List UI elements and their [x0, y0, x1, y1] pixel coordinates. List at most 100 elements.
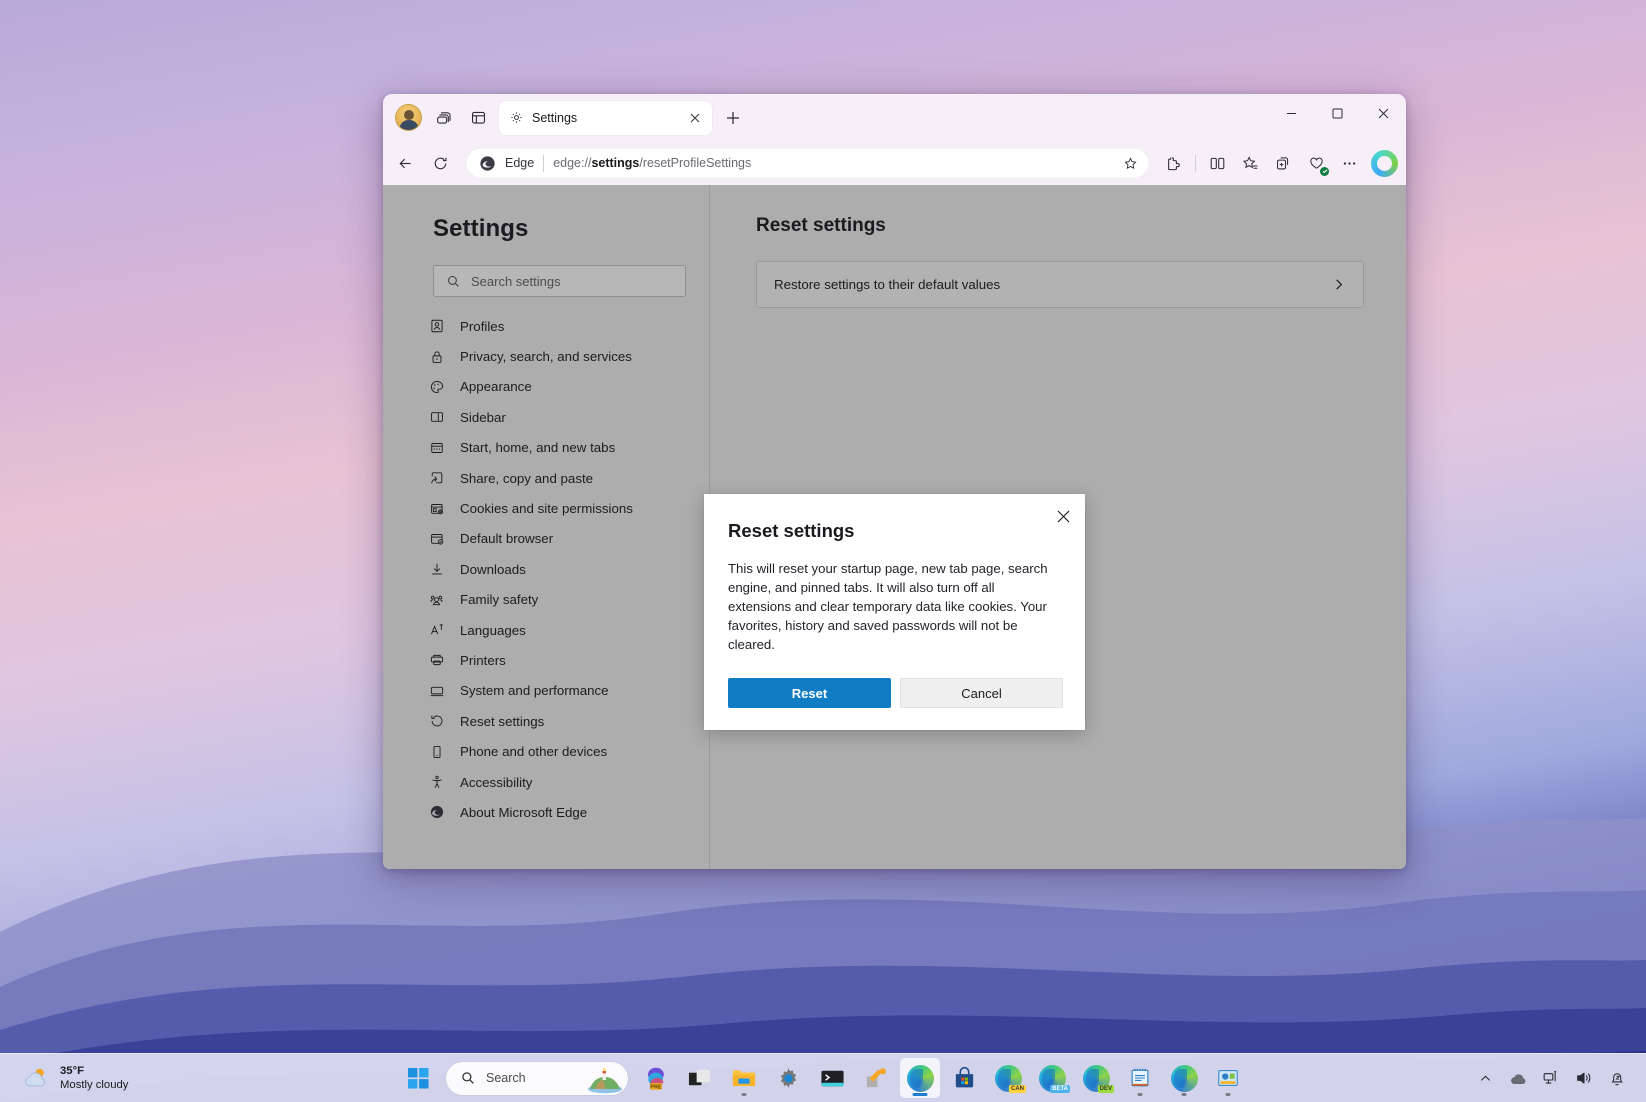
close-window-button[interactable] — [1360, 96, 1406, 130]
sidebar-item-phone-devices[interactable]: Phone and other devices — [383, 736, 709, 766]
taskbar-app-microsoft-store[interactable] — [944, 1058, 984, 1098]
collections-icon[interactable] — [1268, 148, 1299, 179]
sidebar-item-label: About Microsoft Edge — [460, 804, 588, 820]
reload-button[interactable] — [424, 147, 457, 180]
workspaces-icon[interactable] — [427, 101, 461, 135]
taskbar-search[interactable]: Search — [446, 1061, 628, 1095]
sidebar-item-privacy[interactable]: Privacy, search, and services — [383, 341, 709, 371]
start-button[interactable] — [398, 1058, 438, 1098]
sidebar-item-label: Languages — [460, 622, 526, 638]
sidebar-item-appearance[interactable]: Appearance — [383, 372, 709, 402]
gear-icon — [509, 110, 524, 125]
taskbar-app-media[interactable] — [1208, 1058, 1248, 1098]
toolbar-separator — [1195, 154, 1196, 172]
search-settings-box[interactable] — [433, 265, 686, 297]
taskbar-app-terminal[interactable] — [812, 1058, 852, 1098]
favorites-star-icon[interactable] — [1117, 150, 1143, 176]
split-screen-icon[interactable] — [1202, 148, 1233, 179]
minimize-button[interactable] — [1268, 96, 1314, 130]
running-indicator — [1181, 1093, 1187, 1096]
taskbar-app-settings[interactable] — [768, 1058, 808, 1098]
taskbar-app-notepad[interactable] — [1120, 1058, 1160, 1098]
settings-nav-list: Profiles Privacy, search, and services A… — [383, 311, 709, 828]
sidebar-item-label: Phone and other devices — [460, 744, 608, 760]
sidebar-item-sidebar[interactable]: Sidebar — [383, 402, 709, 432]
restore-defaults-row[interactable]: Restore settings to their default values — [756, 261, 1364, 308]
taskbar-app-microsoft-edge[interactable] — [900, 1058, 940, 1098]
sidebar-item-label: Reset settings — [460, 713, 545, 729]
sidebar-item-label: Printers — [460, 652, 506, 668]
network-icon[interactable] — [1536, 1062, 1566, 1094]
reset-button[interactable]: Reset — [728, 678, 891, 708]
copilot-icon[interactable] — [1371, 149, 1398, 177]
close-icon[interactable] — [1050, 503, 1077, 530]
sidebar-item-share-copy-paste[interactable]: Share, copy and paste — [383, 463, 709, 493]
sidebar-item-about-edge[interactable]: About Microsoft Edge — [383, 797, 709, 827]
search-icon — [460, 1070, 476, 1086]
weather-widget[interactable]: 35°F Mostly cloudy — [0, 1058, 128, 1098]
sidebar-item-system-performance[interactable]: System and performance — [383, 676, 709, 706]
new-tab-button[interactable] — [718, 103, 748, 133]
show-hidden-icons-chevron[interactable] — [1470, 1062, 1500, 1094]
taskbar-app-tools[interactable] — [856, 1058, 896, 1098]
sidebar-item-printers[interactable]: Printers — [383, 645, 709, 675]
partly-cloudy-icon — [22, 1065, 50, 1091]
sidebar-item-cookies[interactable]: Cookies and site permissions — [383, 493, 709, 523]
download-icon — [428, 560, 446, 578]
back-button[interactable] — [389, 147, 422, 180]
extensions-icon[interactable] — [1158, 148, 1189, 179]
taskbar-app-edge-profile[interactable] — [1164, 1058, 1204, 1098]
sidebar-item-default-browser[interactable]: Default browser — [383, 524, 709, 554]
system-icon — [428, 682, 446, 700]
onedrive-icon[interactable] — [1503, 1062, 1533, 1094]
browser-tab[interactable]: Settings — [499, 100, 712, 135]
search-icon — [446, 274, 461, 289]
volume-icon[interactable] — [1569, 1062, 1599, 1094]
sidebar-item-profiles[interactable]: Profiles — [383, 311, 709, 341]
edge-browser-window: Settings Edge edge://settings/resetProfi… — [383, 94, 1406, 869]
dialog-title: Reset settings — [728, 520, 855, 541]
sidebar-item-label: Sidebar — [460, 409, 506, 425]
favorites-icon[interactable] — [1235, 148, 1266, 179]
browser-essentials-icon[interactable] — [1301, 148, 1332, 179]
sidebar-item-start-home[interactable]: Start, home, and new tabs — [383, 433, 709, 463]
taskbar-app-file-explorer-dark[interactable] — [680, 1058, 720, 1098]
default-browser-icon — [428, 530, 446, 548]
profile-avatar[interactable] — [395, 104, 422, 131]
sidebar-item-label: Appearance — [460, 379, 532, 395]
sidebar-item-label: Downloads — [460, 561, 526, 577]
dev-badge: DEV — [1097, 1085, 1114, 1093]
sidebar-item-family-safety[interactable]: Family safety — [383, 585, 709, 615]
sidebar-item-reset-settings[interactable]: Reset settings — [383, 706, 709, 736]
close-icon[interactable] — [685, 108, 705, 128]
tab-actions-icon[interactable] — [461, 101, 495, 135]
taskbar-app-file-explorer[interactable] — [724, 1058, 764, 1098]
sidebar-item-languages[interactable]: Languages — [383, 615, 709, 645]
sidebar-icon — [428, 408, 446, 426]
health-check-badge — [1320, 166, 1329, 176]
reset-settings-dialog: Reset settings This will reset your star… — [704, 494, 1085, 730]
settings-and-more-icon[interactable] — [1334, 148, 1365, 179]
cancel-button[interactable]: Cancel — [900, 678, 1063, 708]
home-icon — [428, 439, 446, 457]
notifications-dnd-icon[interactable] — [1602, 1062, 1632, 1094]
reset-icon — [428, 712, 446, 730]
taskbar-app-edge-canary[interactable]: CAN — [988, 1058, 1028, 1098]
address-bar[interactable]: Edge edge://settings/resetProfileSetting… — [466, 148, 1149, 178]
settings-page: Settings Profiles Priva — [383, 185, 1406, 869]
languages-icon — [428, 621, 446, 639]
sidebar-item-downloads[interactable]: Downloads — [383, 554, 709, 584]
search-input[interactable] — [471, 273, 673, 289]
dialog-body-text: This will reset your startup page, new t… — [728, 561, 1048, 652]
restore-defaults-label: Restore settings to their default values — [774, 277, 1001, 292]
omnibox-brand-label: Edge — [505, 156, 535, 170]
sidebar-item-label: Start, home, and new tabs — [460, 440, 616, 456]
maximize-button[interactable] — [1314, 96, 1360, 130]
taskbar-app-edge-dev[interactable]: DEV — [1076, 1058, 1116, 1098]
taskbar-app-edge-beta[interactable]: BETA — [1032, 1058, 1072, 1098]
taskbar-app-copilot[interactable]: PRE — [636, 1058, 676, 1098]
tab-strip: Settings — [383, 94, 1406, 141]
sidebar-item-accessibility[interactable]: Accessibility — [383, 767, 709, 797]
running-indicator — [1137, 1093, 1143, 1096]
page-title: Settings — [433, 215, 529, 242]
